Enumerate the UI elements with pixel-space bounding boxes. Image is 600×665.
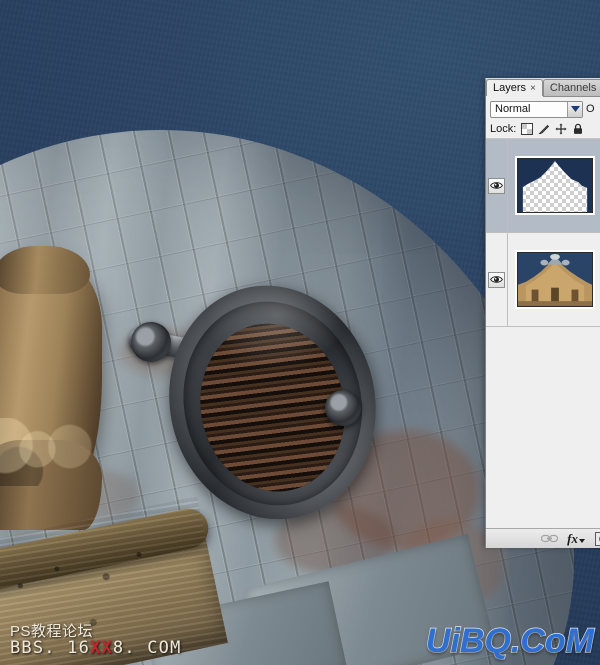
eye-icon[interactable]	[488, 271, 505, 288]
blend-mode-select[interactable]: Normal	[490, 100, 583, 118]
watermark-forum: PS教程论坛 BBS. 16XX8. COM	[10, 624, 182, 658]
layer-1-thumbnail-cell[interactable]	[508, 156, 595, 215]
tab-layers[interactable]: Layers ×	[486, 79, 543, 96]
lock-all-icon[interactable]	[572, 123, 584, 135]
watermark-url-pre: BBS. 16	[10, 637, 91, 658]
watermark-forum-line2: BBS. 16XX8. COM	[10, 637, 182, 658]
blend-mode-value: Normal	[495, 103, 531, 115]
add-layer-mask-icon[interactable]	[595, 531, 600, 546]
lock-row: Lock:	[486, 119, 600, 139]
watermark-url-xx: XX	[90, 637, 113, 658]
fx-label: fx	[567, 530, 578, 546]
dome-photo-thumb	[518, 253, 592, 306]
watermark-uibq: UiBQ.CoM	[425, 621, 595, 661]
volute-scroll-right	[325, 390, 361, 426]
opacity-label: O	[586, 103, 595, 115]
tab-layers-label: Layers	[493, 82, 527, 94]
layer-1-visibility-cell[interactable]	[486, 139, 508, 232]
layer-style-fx-icon[interactable]: fx	[567, 531, 586, 547]
layer-2-thumbnail-cell[interactable]	[508, 250, 595, 309]
stone-urn-neck	[0, 246, 90, 294]
chevron-down-icon[interactable]	[567, 101, 582, 117]
layer-1-thumbnail[interactable]	[515, 156, 595, 215]
lock-image-pixels-icon[interactable]	[538, 123, 550, 135]
tab-channels-label: Channels	[549, 82, 597, 94]
blend-mode-row: Normal O	[486, 97, 600, 119]
layer-2-thumbnail[interactable]	[515, 250, 595, 309]
layers-panel-footer[interactable]: fx	[486, 528, 600, 548]
lock-transparent-pixels-icon[interactable]	[521, 122, 534, 135]
layers-panel[interactable]: Layers × Channels Normal O Lock: fx	[485, 78, 600, 548]
layer-row-1[interactable]	[486, 139, 600, 233]
layer-2-visibility-cell[interactable]	[486, 233, 508, 326]
panel-tabbar: Layers × Channels	[486, 79, 600, 97]
close-icon[interactable]: ×	[530, 83, 536, 94]
tab-channels[interactable]: Channels	[542, 79, 600, 96]
lock-position-icon[interactable]	[555, 123, 567, 135]
dome-mask-shape	[518, 159, 592, 212]
eye-icon[interactable]	[488, 177, 505, 194]
stone-urn-lobes	[0, 418, 100, 486]
watermark-url-post: 8. COM	[112, 637, 182, 658]
layer-row-2[interactable]	[486, 233, 600, 327]
layer-list[interactable]	[486, 139, 600, 327]
link-layers-icon[interactable]	[541, 531, 559, 547]
lock-label: Lock:	[490, 122, 517, 135]
